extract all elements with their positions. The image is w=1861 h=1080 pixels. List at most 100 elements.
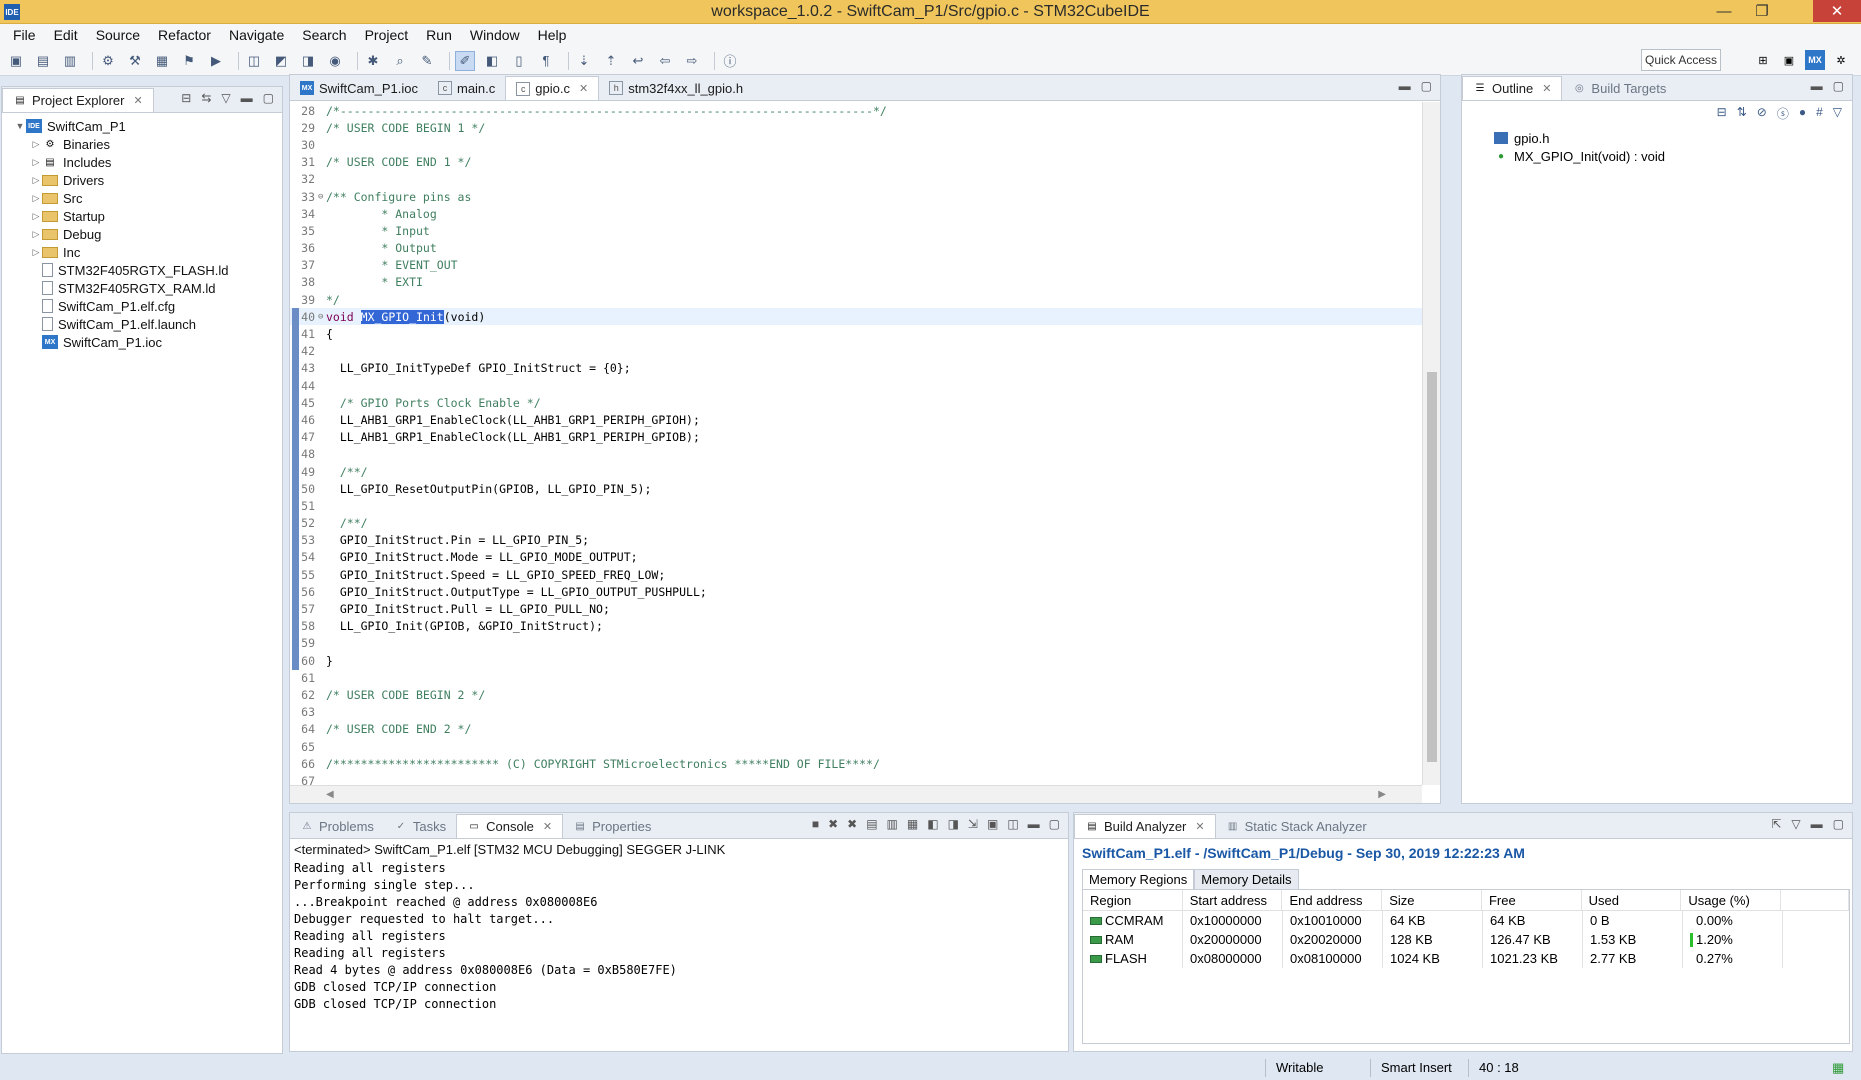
word-wrap-icon[interactable]: ▦ bbox=[907, 817, 918, 831]
new-class-icon[interactable]: ◩ bbox=[271, 51, 291, 71]
view-menu-icon[interactable]: ▽ bbox=[221, 91, 230, 105]
close-tab-icon[interactable]: ✕ bbox=[543, 820, 552, 833]
tree-item[interactable]: ▷ ⚙ Binaries bbox=[2, 135, 282, 153]
menu-project[interactable]: Project bbox=[356, 24, 418, 46]
menu-file[interactable]: File bbox=[4, 24, 45, 46]
collapsed-twisty-icon[interactable]: ▷ bbox=[30, 193, 42, 204]
minimize-icon[interactable]: ▬ bbox=[1811, 79, 1823, 93]
fold-toggle-icon[interactable]: ⊖ bbox=[318, 312, 326, 322]
editor-tab[interactable]: h stm32f4xx_ll_gpio.h bbox=[599, 76, 753, 100]
tab-memory-regions[interactable]: Memory Regions bbox=[1082, 869, 1195, 889]
tab-console[interactable]: ▭ Console ✕ bbox=[456, 814, 564, 838]
collapsed-twisty-icon[interactable]: ▷ bbox=[30, 157, 42, 168]
maximize-icon[interactable]: ▢ bbox=[1833, 79, 1844, 93]
column-header[interactable]: End address bbox=[1282, 890, 1383, 910]
pin-console-icon[interactable]: ⇲ bbox=[968, 817, 978, 831]
menu-run[interactable]: Run bbox=[417, 24, 461, 46]
export-icon[interactable]: ⇱ bbox=[1771, 817, 1781, 831]
selected-identifier[interactable]: MX_GPIO_Init bbox=[360, 309, 444, 324]
outline-item-include[interactable]: gpio.h bbox=[1494, 129, 1852, 147]
restore-button[interactable]: ❐ bbox=[1745, 0, 1779, 22]
column-header[interactable]: Region bbox=[1083, 890, 1183, 910]
expanded-twisty-icon[interactable]: ▼ bbox=[14, 121, 26, 131]
external-tools-icon[interactable]: ✱ bbox=[363, 51, 383, 71]
collapsed-twisty-icon[interactable]: ▷ bbox=[30, 211, 42, 222]
tree-item[interactable]: ▷ Inc bbox=[2, 243, 282, 261]
column-header[interactable]: Free bbox=[1482, 890, 1582, 910]
pencil-icon[interactable]: ✎ bbox=[417, 51, 437, 71]
show-on-error-icon[interactable]: ◨ bbox=[948, 817, 959, 831]
build-hammer-icon[interactable]: ⚒ bbox=[125, 51, 145, 71]
forward-icon[interactable]: ⇨ bbox=[682, 51, 702, 71]
open-file-icon[interactable]: ◨ bbox=[298, 51, 318, 71]
remove-all-icon[interactable]: ✖ bbox=[847, 817, 857, 831]
highlight-icon[interactable]: ✐ bbox=[455, 50, 475, 71]
quick-access-input[interactable]: Quick Access bbox=[1641, 49, 1721, 71]
minimize-icon[interactable]: ▬ bbox=[1811, 817, 1823, 831]
tree-item[interactable]: STM32F405RGTX_FLASH.ld bbox=[2, 261, 282, 279]
new-console-icon[interactable]: ◫ bbox=[1007, 817, 1018, 831]
view-menu-icon[interactable]: ▽ bbox=[1833, 105, 1842, 125]
tree-item[interactable]: ▷ Src bbox=[2, 189, 282, 207]
editor-tab[interactable]: MX SwiftCam_P1.ioc bbox=[290, 76, 428, 100]
new-project-icon[interactable]: ◫ bbox=[244, 51, 264, 71]
tree-item[interactable]: ▼ IDE SwiftCam_P1 bbox=[2, 117, 282, 135]
save-icon[interactable]: ▤ bbox=[33, 51, 53, 71]
scroll-lock-icon[interactable]: ▥ bbox=[887, 817, 898, 831]
scroll-right-icon[interactable]: ▶ bbox=[1378, 789, 1386, 800]
table-row[interactable]: CCMRAM 0x10000000 0x10010000 64 KB 64 KB 0 B 0… bbox=[1083, 911, 1849, 930]
menu-search[interactable]: Search bbox=[293, 24, 355, 46]
minimize-icon[interactable]: ▬ bbox=[1028, 817, 1040, 831]
tab-problems[interactable]: ⚠ Problems bbox=[290, 814, 384, 838]
tab-build-analyzer[interactable]: ▤ Build Analyzer ✕ bbox=[1074, 814, 1216, 838]
hide-static-icon[interactable]: ⓢ bbox=[1777, 105, 1789, 125]
tree-item[interactable]: SwiftCam_P1.elf.cfg bbox=[2, 297, 282, 315]
next-annotation-icon[interactable]: ⇣ bbox=[574, 51, 594, 71]
view-menu-icon[interactable]: ▽ bbox=[1791, 817, 1800, 831]
tree-item[interactable]: ▷ Startup bbox=[2, 207, 282, 225]
scrollbar-thumb[interactable] bbox=[1427, 372, 1437, 762]
maximize-icon[interactable]: ▢ bbox=[1833, 817, 1844, 831]
hide-non-public-icon[interactable]: ● bbox=[1799, 105, 1806, 125]
open-perspective-icon[interactable]: ⊞ bbox=[1753, 50, 1773, 70]
console-output[interactable]: Reading all registers Performing single s… bbox=[290, 860, 1068, 1013]
minimize-icon[interactable]: ▬ bbox=[241, 91, 253, 105]
collapsed-twisty-icon[interactable]: ▷ bbox=[30, 175, 42, 186]
editor-tab[interactable]: c gpio.c ✕ bbox=[505, 76, 600, 100]
search-icon[interactable]: ⌕ bbox=[390, 51, 410, 71]
column-header[interactable]: Size bbox=[1382, 890, 1482, 910]
menu-refactor[interactable]: Refactor bbox=[149, 24, 220, 46]
display-console-icon[interactable]: ▣ bbox=[987, 817, 998, 831]
group-includes-icon[interactable]: # bbox=[1816, 105, 1823, 125]
maximize-icon[interactable]: ▢ bbox=[1421, 79, 1432, 93]
tab-build-targets[interactable]: ◎ Build Targets bbox=[1562, 76, 1676, 100]
clean-icon[interactable]: ▦ bbox=[152, 51, 172, 71]
debug-perspective-icon[interactable]: ✲ bbox=[1831, 50, 1851, 70]
menu-help[interactable]: Help bbox=[529, 24, 576, 46]
whitespace-icon[interactable]: ¶ bbox=[536, 51, 556, 71]
collapsed-twisty-icon[interactable]: ▷ bbox=[30, 229, 42, 240]
editor-tab[interactable]: c main.c bbox=[428, 76, 505, 100]
block-select-icon[interactable]: ▯ bbox=[509, 51, 529, 71]
tab-properties[interactable]: ▤ Properties bbox=[563, 814, 661, 838]
progress-icon[interactable]: ▦ bbox=[1832, 1060, 1844, 1076]
tab-tasks[interactable]: ✓ Tasks bbox=[384, 814, 456, 838]
show-on-output-icon[interactable]: ◧ bbox=[927, 817, 938, 831]
close-button[interactable]: ✕ bbox=[1813, 0, 1861, 22]
hide-fields-icon[interactable]: ⊘ bbox=[1757, 105, 1767, 125]
info-icon[interactable]: ⓘ bbox=[720, 51, 740, 71]
tab-memory-details[interactable]: Memory Details bbox=[1194, 869, 1299, 889]
run-icon[interactable]: ▶ bbox=[206, 51, 226, 71]
tree-item[interactable]: STM32F405RGTX_RAM.ld bbox=[2, 279, 282, 297]
scroll-left-icon[interactable]: ◀ bbox=[326, 789, 334, 800]
outline-item-function[interactable]: ● MX_GPIO_Init(void) : void bbox=[1494, 147, 1852, 165]
menu-window[interactable]: Window bbox=[461, 24, 529, 46]
sort-icon[interactable]: ⇅ bbox=[1737, 105, 1747, 125]
cpp-perspective-icon[interactable]: ▣ bbox=[1779, 50, 1799, 70]
tree-item[interactable]: ▷ ▤ Includes bbox=[2, 153, 282, 171]
maximize-icon[interactable]: ▢ bbox=[1049, 817, 1060, 831]
editor-vertical-scrollbar[interactable] bbox=[1422, 102, 1440, 785]
column-header[interactable]: Start address bbox=[1183, 890, 1283, 910]
menu-navigate[interactable]: Navigate bbox=[220, 24, 293, 46]
debug-icon[interactable]: ⚑ bbox=[179, 51, 199, 71]
